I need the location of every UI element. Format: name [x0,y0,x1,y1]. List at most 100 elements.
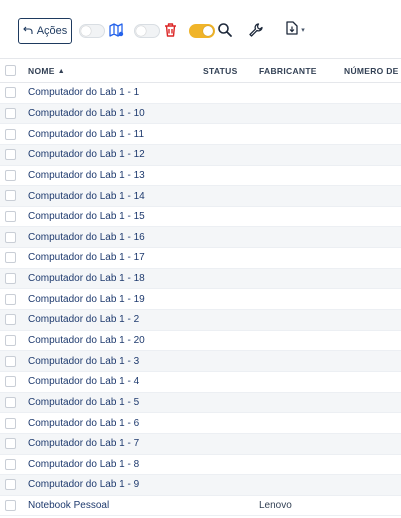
row-select-cell [0,268,23,289]
device-name-link[interactable]: Computador do Lab 1 - 3 [23,351,203,372]
row-checkbox[interactable] [5,190,16,202]
table-row[interactable]: Computador do Lab 1 - 12 [0,144,401,166]
serial-number-cell [344,392,401,413]
row-checkbox[interactable] [5,293,16,305]
column-header-numero[interactable]: NÚMERO DE [344,59,401,83]
table-row[interactable]: Computador do Lab 1 - 7 [0,433,401,455]
map-icon[interactable] [106,20,126,40]
table-row[interactable]: Computador do Lab 1 - 4 [0,371,401,393]
row-checkbox[interactable] [5,107,16,119]
row-checkbox[interactable] [5,87,16,99]
undo-arrow-icon [22,25,33,38]
wrench-icon[interactable] [246,20,266,40]
row-checkbox[interactable] [5,438,16,450]
row-checkbox[interactable] [5,169,16,181]
row-checkbox[interactable] [5,458,16,470]
table-row[interactable]: Computador do Lab 1 - 16 [0,226,401,248]
status-cell [203,330,259,351]
serial-number-cell [344,495,401,516]
device-name-link[interactable]: Computador do Lab 1 - 10 [23,103,203,124]
device-name-link[interactable]: Computador do Lab 1 - 18 [23,268,203,289]
table-row[interactable]: Computador do Lab 1 - 8 [0,454,401,475]
column-header-label: FABRICANTE [259,65,317,76]
trash-icon[interactable] [160,20,180,40]
manufacturer-cell [259,186,344,207]
row-checkbox[interactable] [5,273,16,285]
row-checkbox[interactable] [5,211,16,223]
device-name-link[interactable]: Computador do Lab 1 - 15 [23,206,203,227]
table-row[interactable]: Computador do Lab 1 - 1 [0,82,401,104]
table-row[interactable]: Computador do Lab 1 - 20 [0,330,401,351]
table-row[interactable]: Computador do Lab 1 - 9 [0,474,401,496]
row-select-cell [0,83,23,104]
table-row[interactable]: Computador do Lab 1 - 2 [0,309,401,331]
serial-number-cell [344,144,401,165]
row-checkbox[interactable] [5,128,16,140]
chevron-down-icon: ▾ [301,27,305,34]
device-name-link[interactable]: Computador do Lab 1 - 4 [23,371,203,392]
table-row[interactable]: Computador do Lab 1 - 17 [0,247,401,269]
device-name-link[interactable]: Computador do Lab 1 - 20 [23,330,203,351]
table-row[interactable]: Computador do Lab 1 - 18 [0,268,401,289]
row-checkbox[interactable] [5,396,16,408]
device-name-link[interactable]: Computador do Lab 1 - 13 [23,165,203,186]
row-select-cell [0,248,23,269]
row-checkbox[interactable] [5,314,16,326]
device-name-link[interactable]: Computador do Lab 1 - 14 [23,186,203,207]
table-row[interactable]: Computador do Lab 1 - 13 [0,165,401,186]
device-name-link[interactable]: Computador do Lab 1 - 2 [23,310,203,331]
row-checkbox[interactable] [5,149,16,161]
row-checkbox[interactable] [5,479,16,491]
row-select-cell [0,206,23,227]
table-row[interactable]: Computador do Lab 1 - 15 [0,206,401,227]
table-row[interactable]: Computador do Lab 1 - 6 [0,412,401,434]
row-checkbox[interactable] [5,231,16,243]
column-header-fabricante[interactable]: FABRICANTE [259,59,344,83]
device-name-link[interactable]: Notebook Pessoal [23,495,203,516]
column-header-nome[interactable]: NOME ▲ [23,59,203,83]
device-name-link[interactable]: Computador do Lab 1 - 17 [23,248,203,269]
row-checkbox[interactable] [5,500,16,512]
row-select-cell [0,165,23,186]
serial-number-cell [344,83,401,104]
device-name-link[interactable]: Computador do Lab 1 - 5 [23,392,203,413]
device-name-link[interactable]: Computador do Lab 1 - 7 [23,433,203,454]
table-row[interactable]: Computador do Lab 1 - 19 [0,288,401,310]
status-cell [203,433,259,454]
table-row[interactable]: Computador do Lab 1 - 5 [0,392,401,413]
manufacturer-cell [259,392,344,413]
device-name-link[interactable]: Computador do Lab 1 - 8 [23,454,203,475]
toggle-search[interactable] [189,24,215,38]
row-checkbox[interactable] [5,334,16,346]
table-row[interactable]: Computador do Lab 1 - 3 [0,350,401,372]
device-name-link[interactable]: Computador do Lab 1 - 12 [23,144,203,165]
devices-table: NOME ▲ STATUS FABRICANTE NÚMERO DE Comput… [0,58,401,518]
row-select-cell [0,144,23,165]
select-all-checkbox[interactable] [5,65,16,77]
status-cell [203,454,259,475]
device-name-link[interactable]: Computador do Lab 1 - 9 [23,475,203,496]
device-name-link[interactable]: Computador do Lab 1 - 6 [23,413,203,434]
device-name-link[interactable]: Computador do Lab 1 - 16 [23,227,203,248]
device-name-link[interactable]: Computador do Lab 1 - 19 [23,289,203,310]
manufacturer-cell [259,206,344,227]
table-row[interactable]: Computador do Lab 1 - 11 [0,123,401,145]
table-row[interactable]: Computador do Lab 1 - 14 [0,185,401,207]
table-row[interactable]: Computador do Lab 1 - 10 [0,103,401,124]
toggle-map[interactable] [79,24,105,38]
column-header-status[interactable]: STATUS [203,59,259,83]
device-name-link[interactable]: Computador do Lab 1 - 1 [23,83,203,104]
row-checkbox[interactable] [5,252,16,264]
device-name-link[interactable]: Computador do Lab 1 - 11 [23,124,203,145]
row-select-cell [0,124,23,145]
toggle-delete[interactable] [134,24,160,38]
actions-button[interactable]: Ações [18,18,72,44]
row-checkbox[interactable] [5,417,16,429]
table-row[interactable]: Notebook Pessoal Lenovo [0,495,401,516]
row-checkbox[interactable] [5,355,16,367]
row-checkbox[interactable] [5,376,16,388]
manufacturer-cell [259,371,344,392]
search-icon[interactable] [215,20,235,40]
manufacturer-cell [259,144,344,165]
export-button[interactable]: ▾ [282,20,308,40]
